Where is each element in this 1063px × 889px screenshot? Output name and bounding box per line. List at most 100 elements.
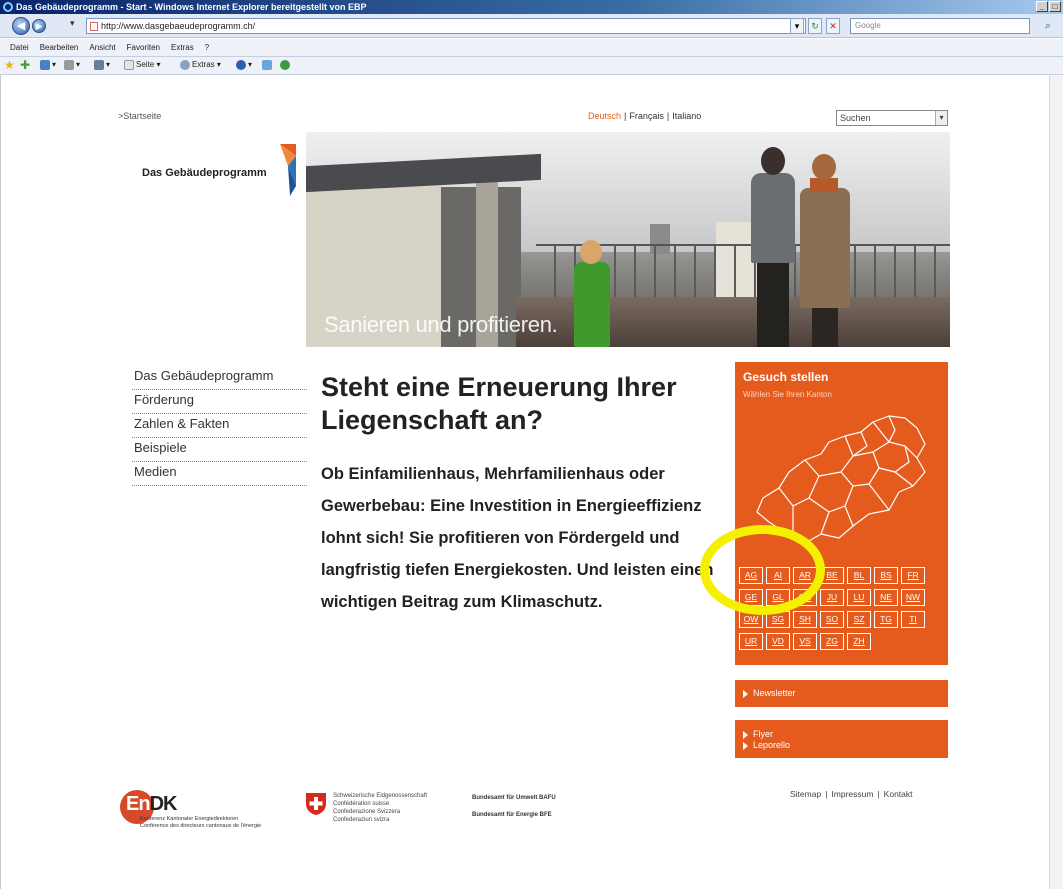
lang-fr-link[interactable]: Français	[629, 111, 664, 121]
history-dropdown-icon[interactable]: ▾	[70, 18, 75, 29]
footer-link-impressum[interactable]: Impressum	[831, 789, 873, 799]
stop-icon[interactable]: ✕	[826, 18, 840, 34]
tools-gear-icon	[180, 60, 190, 70]
menu-item-edit[interactable]: Bearbeiten	[40, 43, 79, 52]
help-icon	[236, 60, 246, 70]
messenger-button[interactable]	[280, 60, 292, 70]
menu-item-tools[interactable]: Extras	[171, 43, 194, 52]
browser-search-input[interactable]: Google	[850, 18, 1030, 34]
favorites-star-icon[interactable]: ★	[4, 58, 15, 72]
canton-link-vs[interactable]: VS	[793, 633, 817, 650]
nav-item-zahlen-fakten[interactable]: Zahlen & Fakten	[132, 414, 307, 438]
lang-it-link[interactable]: Italiano	[672, 111, 701, 121]
window-title: Das Gebäudeprogramm - Start - Windows In…	[16, 2, 367, 12]
site-search-dropdown-icon[interactable]: ▾	[935, 111, 947, 125]
logo-mark-icon	[280, 144, 296, 196]
canton-link-zh[interactable]: ZH	[847, 633, 871, 650]
site-search-placeholder: Suchen	[840, 113, 871, 123]
menu-item-file[interactable]: Datei	[10, 43, 29, 52]
help-button[interactable]: ▾	[236, 60, 252, 70]
browser-search-placeholder: Google	[855, 21, 881, 30]
nav-item-foerderung[interactable]: Förderung	[132, 390, 307, 414]
arrow-right-icon	[743, 730, 748, 739]
canton-link-ne[interactable]: NE	[874, 589, 898, 606]
home-button[interactable]: ▾	[40, 60, 56, 70]
arrow-right-icon	[743, 689, 748, 698]
endk-logo[interactable]: EnDK Konferenz Kantonaler Energiedirekto…	[120, 790, 290, 830]
command-bar: ★ ✚ ▾ ▾ ▾ Seite ▾ Extras ▾ ▾	[0, 57, 1063, 75]
canton-link-vd[interactable]: VD	[766, 633, 790, 650]
home-icon	[40, 60, 50, 70]
endk-subtitle: Konferenz Kantonaler Energiedirektoren C…	[140, 816, 261, 830]
newsletter-label: Newsletter	[753, 688, 796, 698]
canton-link-nw[interactable]: NW	[901, 589, 925, 606]
breadcrumb[interactable]: >Startseite	[118, 111, 161, 121]
canton-link-bl[interactable]: BL	[847, 567, 871, 584]
endk-line-2: Conférence des directeurs cantonaux de l…	[140, 823, 262, 829]
man-legs	[757, 261, 789, 347]
canton-link-lu[interactable]: LU	[847, 589, 871, 606]
page-menu-label: Seite	[136, 60, 155, 70]
endk-line-1: Konferenz Kantonaler Energiedirektoren	[140, 816, 239, 822]
footer-link-kontakt[interactable]: Kontakt	[884, 789, 913, 799]
newsletter-link[interactable]: Newsletter	[735, 680, 948, 707]
canton-link-ju[interactable]: JU	[820, 589, 844, 606]
feeds-button[interactable]: ▾	[64, 60, 80, 70]
footer-link-sitemap[interactable]: Sitemap	[790, 789, 821, 799]
forward-button[interactable]: ▶	[32, 19, 46, 33]
flyer-link[interactable]: Flyer	[743, 729, 948, 740]
nav-item-medien[interactable]: Medien	[132, 462, 307, 486]
messenger-icon	[280, 60, 290, 70]
swiss-coat-of-arms-icon	[306, 793, 326, 815]
man-head	[761, 147, 785, 175]
back-button[interactable]: ◀	[12, 17, 30, 35]
woman-legs	[812, 306, 838, 347]
canton-link-sz[interactable]: SZ	[847, 611, 871, 628]
url-input[interactable]: http://www.dasgebaeudeprogramm.ch/	[86, 18, 806, 34]
canton-link-ti[interactable]: TI	[901, 611, 925, 628]
menu-bar: Datei Bearbeiten Ansicht Favoriten Extra…	[0, 39, 1063, 57]
menu-item-favorites[interactable]: Favoriten	[127, 43, 160, 52]
leporello-link[interactable]: Leporello	[743, 740, 948, 751]
hero-child	[574, 240, 610, 347]
canton-link-fr[interactable]: FR	[901, 567, 925, 584]
ie-logo-icon	[3, 2, 13, 12]
page-icon	[90, 22, 98, 31]
site-logo[interactable]: Das Gebäudeprogramm	[118, 132, 306, 347]
canton-link-zg[interactable]: ZG	[820, 633, 844, 650]
hero-woman	[800, 154, 850, 347]
page-menu-icon	[124, 60, 134, 70]
lang-de-link[interactable]: Deutsch	[588, 111, 621, 121]
nav-item-beispiele[interactable]: Beispiele	[132, 438, 307, 462]
leporello-label: Leporello	[753, 740, 791, 750]
search-icon[interactable]: ⌕	[1040, 18, 1056, 34]
add-favorites-icon[interactable]: ✚	[20, 58, 30, 72]
bafu-label[interactable]: Bundesamt für Umwelt BAFU	[472, 794, 556, 802]
feeds-icon	[64, 60, 74, 70]
tools-menu-button[interactable]: Extras ▾	[180, 60, 221, 70]
canton-link-bs[interactable]: BS	[874, 567, 898, 584]
highlight-annotation-circle	[700, 525, 825, 615]
lang-separator: |	[624, 111, 627, 121]
canton-link-sh[interactable]: SH	[793, 611, 817, 628]
window-controls: _ □	[1036, 1, 1061, 12]
bfe-label[interactable]: Bundesamt für Energie BFE	[472, 812, 552, 818]
site-search-input[interactable]: Suchen ▾	[836, 110, 948, 126]
vertical-scrollbar[interactable]	[1049, 75, 1063, 889]
refresh-icon[interactable]: ↻	[808, 18, 822, 34]
menu-item-view[interactable]: Ansicht	[89, 43, 115, 52]
address-dropdown-icon[interactable]: ▾	[790, 18, 804, 34]
canton-link-tg[interactable]: TG	[874, 611, 898, 628]
woman-coat	[800, 188, 850, 308]
page-heading: Steht eine Erneuerung Ihrer Liegenschaft…	[321, 372, 677, 435]
page-menu-button[interactable]: Seite ▾	[124, 60, 160, 70]
minimize-button[interactable]: _	[1036, 1, 1048, 12]
confed-line-fr: Confédération suisse	[333, 801, 390, 807]
maximize-button[interactable]: □	[1049, 1, 1061, 12]
print-button[interactable]: ▾	[94, 60, 110, 70]
menu-item-help[interactable]: ?	[205, 43, 209, 52]
canton-link-ur[interactable]: UR	[739, 633, 763, 650]
nav-item-gebaeudeprogramm[interactable]: Das Gebäudeprogramm	[132, 366, 307, 390]
research-button[interactable]	[262, 60, 274, 70]
canton-link-so[interactable]: SO	[820, 611, 844, 628]
